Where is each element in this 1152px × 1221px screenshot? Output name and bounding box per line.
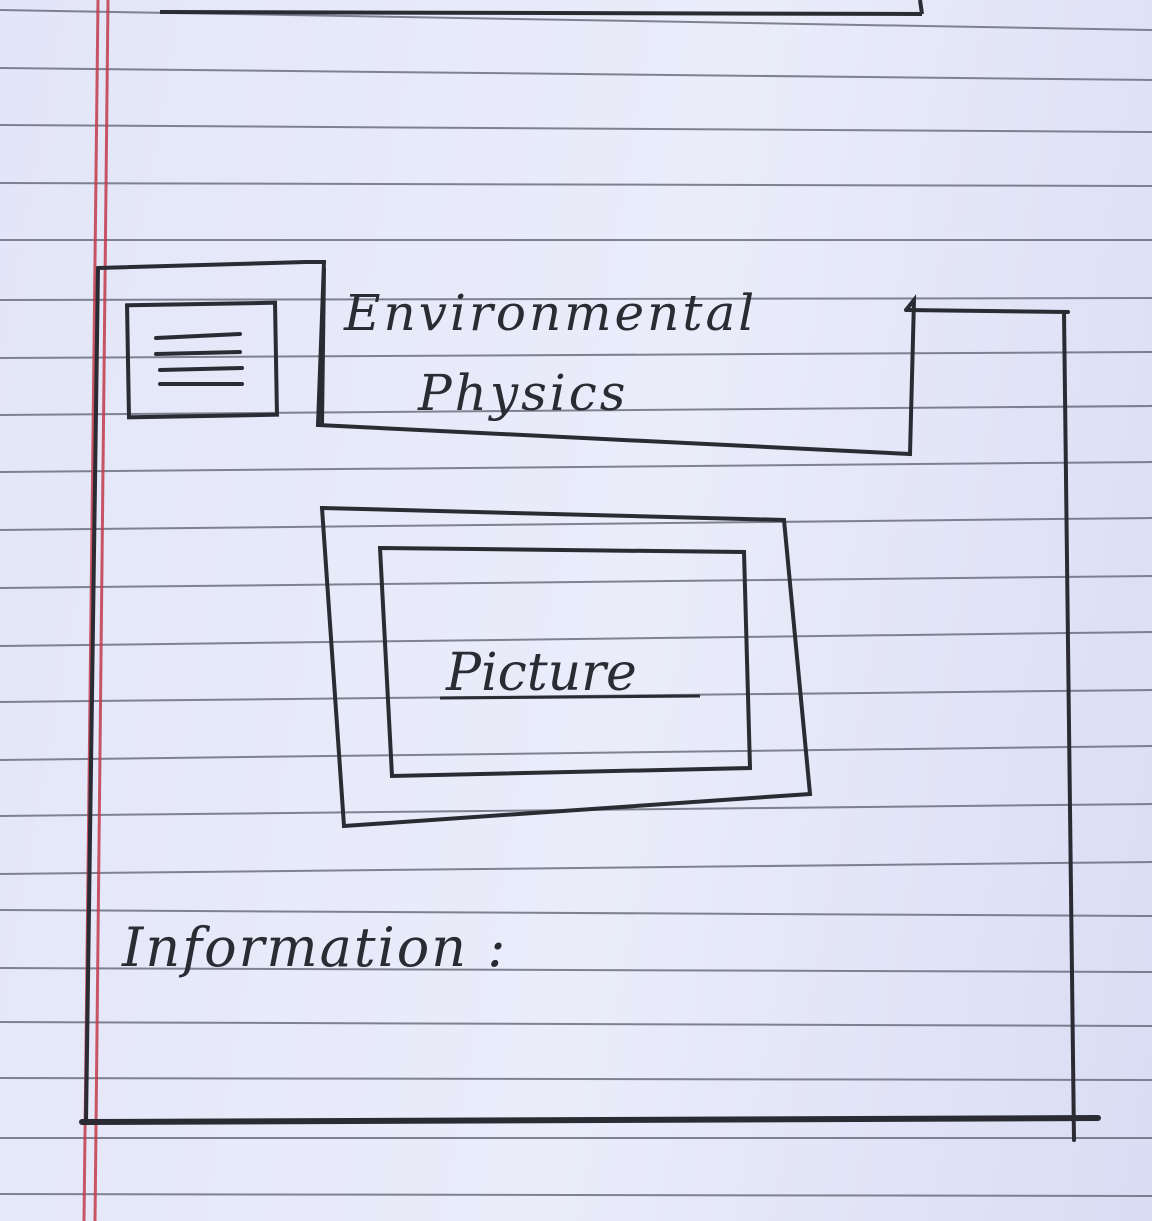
picture-label: Picture bbox=[445, 643, 637, 703]
page-title-line1: Environmental bbox=[343, 284, 757, 342]
hamburger-menu-icon bbox=[154, 332, 244, 386]
page-title-line2: Physics bbox=[417, 364, 628, 422]
information-label: Information : bbox=[121, 916, 507, 979]
ruled-lines bbox=[0, 9, 1152, 1197]
menu-button[interactable] bbox=[124, 300, 280, 420]
picture-label-underline bbox=[439, 694, 701, 700]
wireframe-sketch: Environmental Physics Picture Informatio… bbox=[0, 0, 1152, 1221]
top-box-remnant bbox=[159, 0, 924, 16]
